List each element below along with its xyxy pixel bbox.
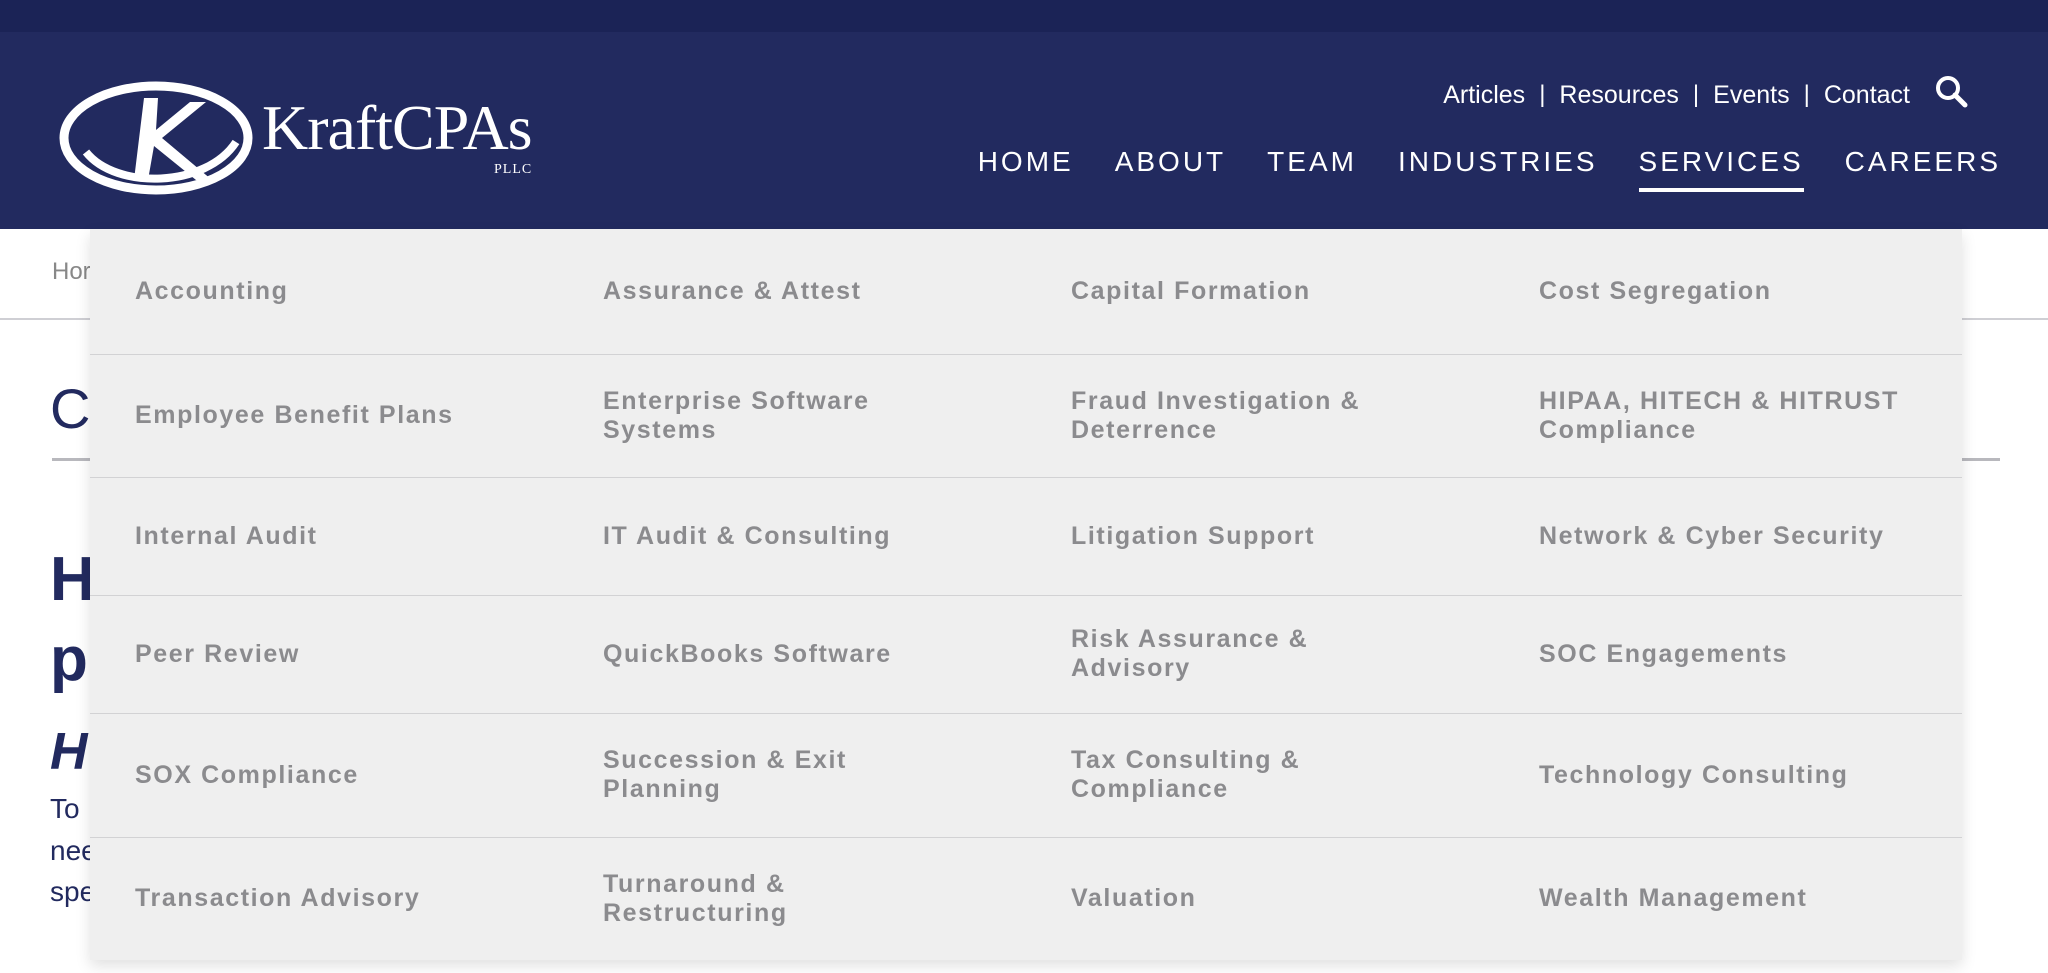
services-menu-row: Peer Review QuickBooks Software Risk Assur…	[90, 595, 1962, 714]
services-menu-item[interactable]: Employee Benefit Plans	[135, 354, 495, 477]
services-menu-item[interactable]: SOC Engagements	[1539, 595, 1919, 713]
services-menu-item[interactable]: Network & Cyber Security	[1539, 477, 1919, 595]
nav-industries[interactable]: INDUSTRIES	[1398, 146, 1598, 192]
services-menu-item[interactable]: Capital Formation	[1071, 229, 1431, 354]
services-menu-item[interactable]: Enterprise Software Systems	[603, 354, 963, 477]
brand-suffix: PLLC	[494, 162, 533, 177]
utility-nav: Articles | Resources | Events | Contact	[1443, 76, 1968, 112]
services-menu-item[interactable]: HIPAA, HITECH & HITRUST Compliance	[1539, 354, 1919, 477]
top-strip	[0, 0, 2048, 32]
services-menu-item[interactable]: IT Audit & Consulting	[603, 477, 963, 595]
heading-fragment: p	[50, 625, 88, 694]
separator: |	[1803, 81, 1810, 108]
separator: |	[1539, 81, 1546, 108]
services-menu-item[interactable]: Risk Assurance & Advisory	[1071, 595, 1431, 713]
nav-about[interactable]: ABOUT	[1115, 146, 1226, 192]
services-menu-row: Employee Benefit Plans Enterprise Softwar…	[90, 354, 1962, 478]
services-menu-item[interactable]: Tax Consulting & Compliance	[1071, 713, 1431, 837]
services-menu-row: Transaction Advisory Turnaround & Restruc…	[90, 837, 1962, 960]
services-menu-item[interactable]: Valuation	[1071, 837, 1431, 960]
kraftcpas-logo[interactable]: KraftCPAs PLLC	[56, 80, 556, 200]
util-link-resources[interactable]: Resources	[1559, 81, 1679, 110]
services-menu-item[interactable]: Peer Review	[135, 595, 495, 713]
services-menu-row: SOX Compliance Succession & Exit Planning…	[90, 713, 1962, 838]
services-menu-item[interactable]: Internal Audit	[135, 477, 495, 595]
services-menu-item[interactable]: Wealth Management	[1539, 837, 1919, 960]
nav-team[interactable]: TEAM	[1267, 146, 1357, 192]
services-menu-item[interactable]: Fraud Investigation & Deterrence	[1071, 354, 1431, 477]
subheading-fragment: H	[50, 723, 88, 781]
search-icon[interactable]	[1934, 74, 1968, 108]
services-dropdown-menu: Accounting Assurance & Attest Capital Form…	[90, 229, 1962, 960]
services-menu-row: Internal Audit IT Audit & Consulting Litig…	[90, 477, 1962, 596]
body-text-fragment: To	[50, 793, 80, 824]
nav-home[interactable]: HOME	[978, 146, 1074, 192]
services-menu-item[interactable]: Transaction Advisory	[135, 837, 495, 960]
services-menu-item[interactable]: QuickBooks Software	[603, 595, 963, 713]
separator: |	[1692, 81, 1700, 108]
services-menu-item[interactable]: Litigation Support	[1071, 477, 1431, 595]
main-nav: HOME ABOUT TEAM INDUSTRIES SERVICES CARE…	[978, 146, 2001, 192]
brand-name: KraftCPAs	[262, 92, 533, 163]
util-link-contact[interactable]: Contact	[1824, 81, 1910, 110]
breadcrumb[interactable]: Hor	[52, 258, 91, 286]
services-menu-item[interactable]: Assurance & Attest	[603, 229, 963, 354]
util-link-articles[interactable]: Articles	[1443, 81, 1525, 110]
services-menu-item[interactable]: Accounting	[135, 229, 495, 354]
services-menu-row: Accounting Assurance & Attest Capital Form…	[90, 229, 1962, 355]
nav-careers[interactable]: CAREERS	[1845, 146, 2001, 192]
page-title: C	[50, 377, 91, 440]
heading-fragment: H	[50, 545, 95, 614]
logo-emblem-icon	[59, 81, 253, 195]
util-link-events[interactable]: Events	[1713, 81, 1789, 110]
services-menu-item[interactable]: SOX Compliance	[135, 713, 495, 837]
services-menu-item[interactable]: Succession & Exit Planning	[603, 713, 963, 837]
services-menu-item[interactable]: Cost Segregation	[1539, 229, 1919, 354]
services-menu-item[interactable]: Technology Consulting	[1539, 713, 1919, 837]
services-menu-item[interactable]: Turnaround & Restructuring	[603, 837, 963, 960]
body-text-fragment: spe	[50, 876, 96, 907]
nav-services[interactable]: SERVICES	[1638, 146, 1804, 192]
